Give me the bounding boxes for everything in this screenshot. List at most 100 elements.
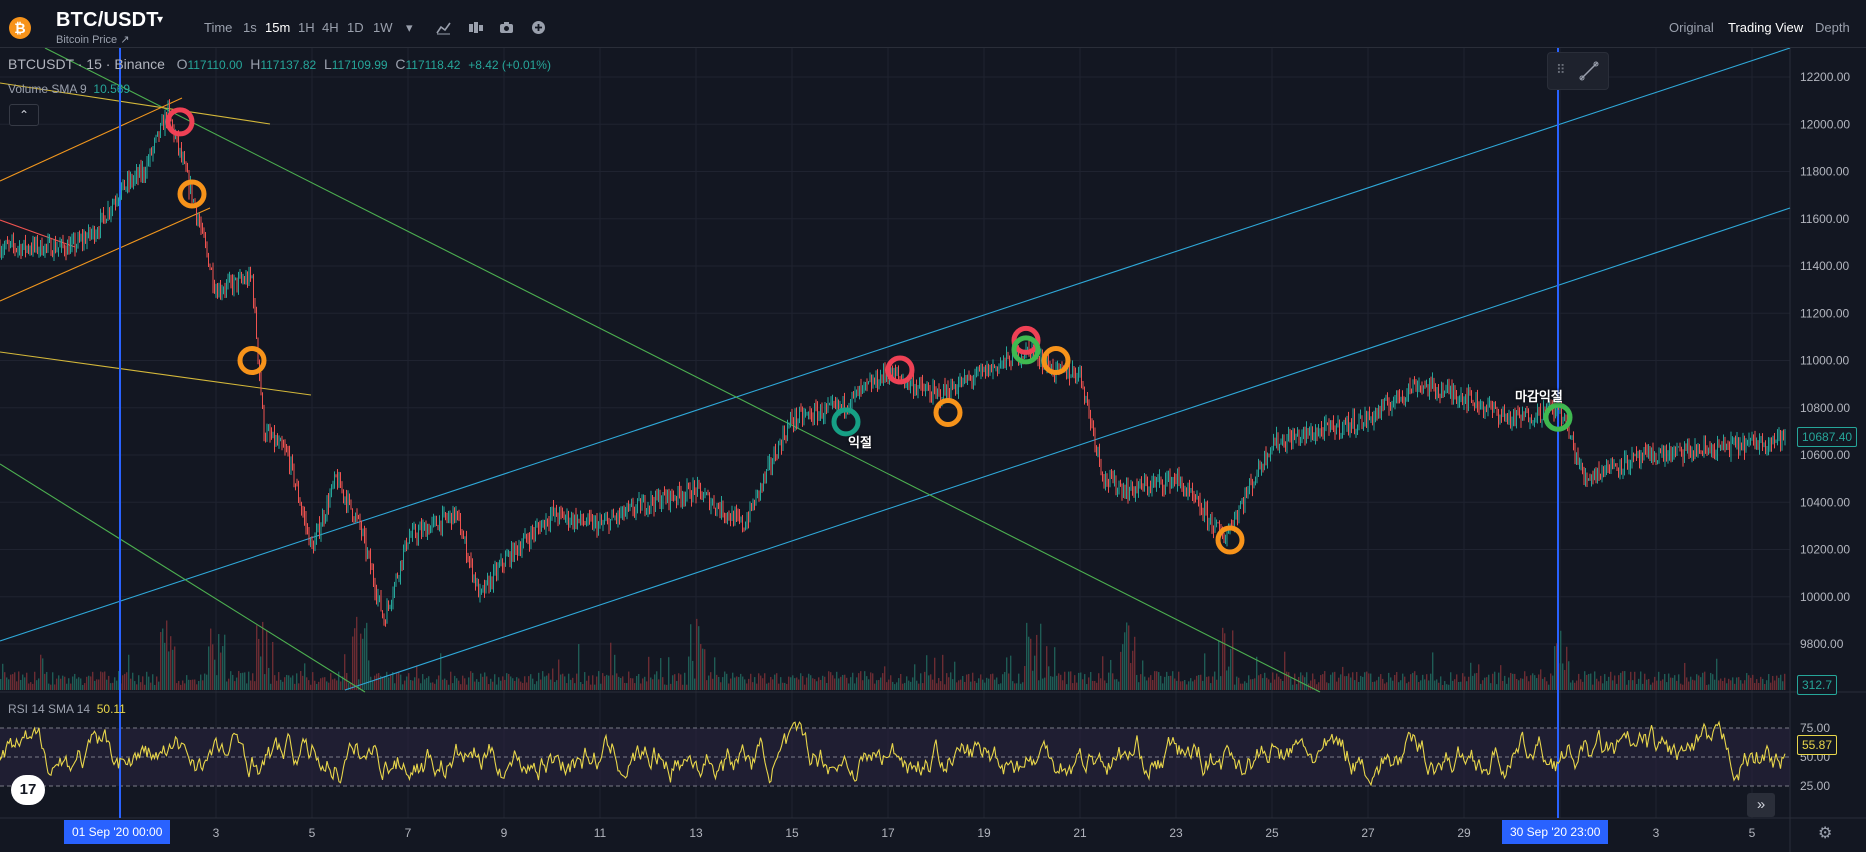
add-icon[interactable] <box>531 20 546 35</box>
volume-bar <box>948 677 950 690</box>
current-price-badge: 10687.40 <box>1797 427 1858 447</box>
volume-bar <box>1006 657 1008 690</box>
indicators-icon[interactable] <box>468 20 484 35</box>
volume-bar <box>872 673 874 690</box>
price-axis-label: 11000.00 <box>1800 354 1849 368</box>
symbol-dropdown-icon[interactable]: ▾ <box>157 12 163 26</box>
price-axis-label: 10000.00 <box>1800 590 1850 604</box>
volume-bar <box>744 679 746 690</box>
drag-handle-icon[interactable]: ⠿ <box>1556 62 1566 78</box>
volume-bar <box>920 673 922 690</box>
volume-bar <box>68 678 70 690</box>
volume-bar <box>736 676 738 690</box>
symbol-subtitle-link[interactable]: Bitcoin Price ↗ <box>56 33 129 46</box>
volume-bar <box>640 683 642 690</box>
volume-bar <box>786 683 788 690</box>
volume-bar <box>774 674 776 690</box>
view-depth[interactable]: Depth <box>1815 20 1850 35</box>
volume-bar <box>1390 677 1392 690</box>
volume-bar <box>520 681 522 690</box>
volume-bar <box>1026 622 1028 690</box>
volume-bar <box>16 681 18 690</box>
volume-bar <box>174 646 176 690</box>
volume-bar <box>904 682 906 690</box>
scroll-to-realtime-button[interactable]: » <box>1747 793 1775 817</box>
volume-bar <box>500 680 502 690</box>
timeframe-1s[interactable]: 1s <box>243 20 257 35</box>
view-trading-view[interactable]: Trading View <box>1728 20 1803 35</box>
volume-bar <box>1456 674 1458 690</box>
volume-bar <box>1496 684 1498 690</box>
volume-bar <box>598 671 600 690</box>
trade-marker-red <box>165 107 195 137</box>
volume-bar <box>1710 672 1712 690</box>
price-chart[interactable]: 12200.00 12000.00 11800.00 11600.00 11400.00… <box>0 48 1866 852</box>
camera-icon[interactable] <box>499 20 514 34</box>
timeframe-1d[interactable]: 1D <box>347 20 364 35</box>
volume-bar <box>1100 678 1102 690</box>
volume-bar <box>860 671 862 690</box>
volume-bar <box>554 681 556 690</box>
volume-bar <box>1620 672 1622 690</box>
volume-bar <box>1410 674 1412 690</box>
volume-bar <box>772 679 774 690</box>
volume-bar <box>1236 676 1238 690</box>
volume-bar <box>172 649 174 690</box>
volume-bar <box>1634 671 1636 690</box>
timeframe-1w[interactable]: 1W <box>373 20 393 35</box>
volume-bar <box>1254 678 1256 690</box>
volume-bar <box>1640 671 1642 690</box>
volume-bar <box>40 654 42 690</box>
volume-bar <box>498 677 500 690</box>
view-original[interactable]: Original <box>1669 20 1714 35</box>
volume-bar <box>202 680 204 690</box>
volume-bar <box>1180 681 1182 690</box>
volume-bar <box>978 678 980 690</box>
volume-bar <box>1598 681 1600 690</box>
volume-bar <box>942 654 944 690</box>
timeframe-4h[interactable]: 4H <box>322 20 339 35</box>
volume-bar <box>96 679 98 690</box>
volume-bar <box>950 672 952 690</box>
volume-bar <box>862 680 864 690</box>
gear-icon[interactable]: ⚙ <box>1818 823 1832 843</box>
volume-bar <box>420 683 422 690</box>
volume-bar <box>1562 663 1564 690</box>
volume-bar <box>900 673 902 690</box>
drawing-toolbar[interactable]: ⠿ <box>1547 52 1609 90</box>
volume-bar <box>1346 676 1348 690</box>
volume-bar <box>824 676 826 690</box>
timeframe-time[interactable]: Time <box>204 20 232 35</box>
volume-bar <box>1656 680 1658 690</box>
volume-bar <box>1068 671 1070 690</box>
timeframe-1h[interactable]: 1H <box>298 20 315 35</box>
timeframe-more-icon[interactable]: ▾ <box>406 20 413 36</box>
chart-type-icon[interactable] <box>436 20 451 35</box>
volume-bar <box>944 684 946 690</box>
volume-bar <box>1458 681 1460 690</box>
volume-bar <box>956 682 958 690</box>
volume-bar <box>1342 666 1344 690</box>
volume-bar <box>1296 684 1298 690</box>
volume-bar <box>698 626 700 690</box>
collapse-legend-button[interactable]: ⌃ <box>9 104 39 126</box>
open-label: O <box>176 56 188 72</box>
symbol-title[interactable]: BTC/USDT <box>56 9 159 32</box>
timeframe-15m[interactable]: 15m <box>265 20 290 35</box>
trade-markers <box>165 107 1573 555</box>
volume-bar <box>714 657 716 690</box>
trendline-tool-icon[interactable] <box>1578 60 1600 82</box>
volume-bar <box>580 682 582 690</box>
volume-bar <box>124 673 126 690</box>
volume-bar <box>514 680 516 690</box>
volume-bar <box>66 683 68 690</box>
volume-bar <box>1490 683 1492 690</box>
volume-bar <box>1676 680 1678 690</box>
tradingview-logo-icon[interactable]: 17 <box>11 775 45 805</box>
volume-bar <box>448 684 450 690</box>
volume-bar <box>1686 677 1688 690</box>
volume-bar <box>1306 672 1308 690</box>
volume-bar <box>868 679 870 690</box>
volume-bar <box>720 682 722 690</box>
volume-bar <box>122 675 124 690</box>
